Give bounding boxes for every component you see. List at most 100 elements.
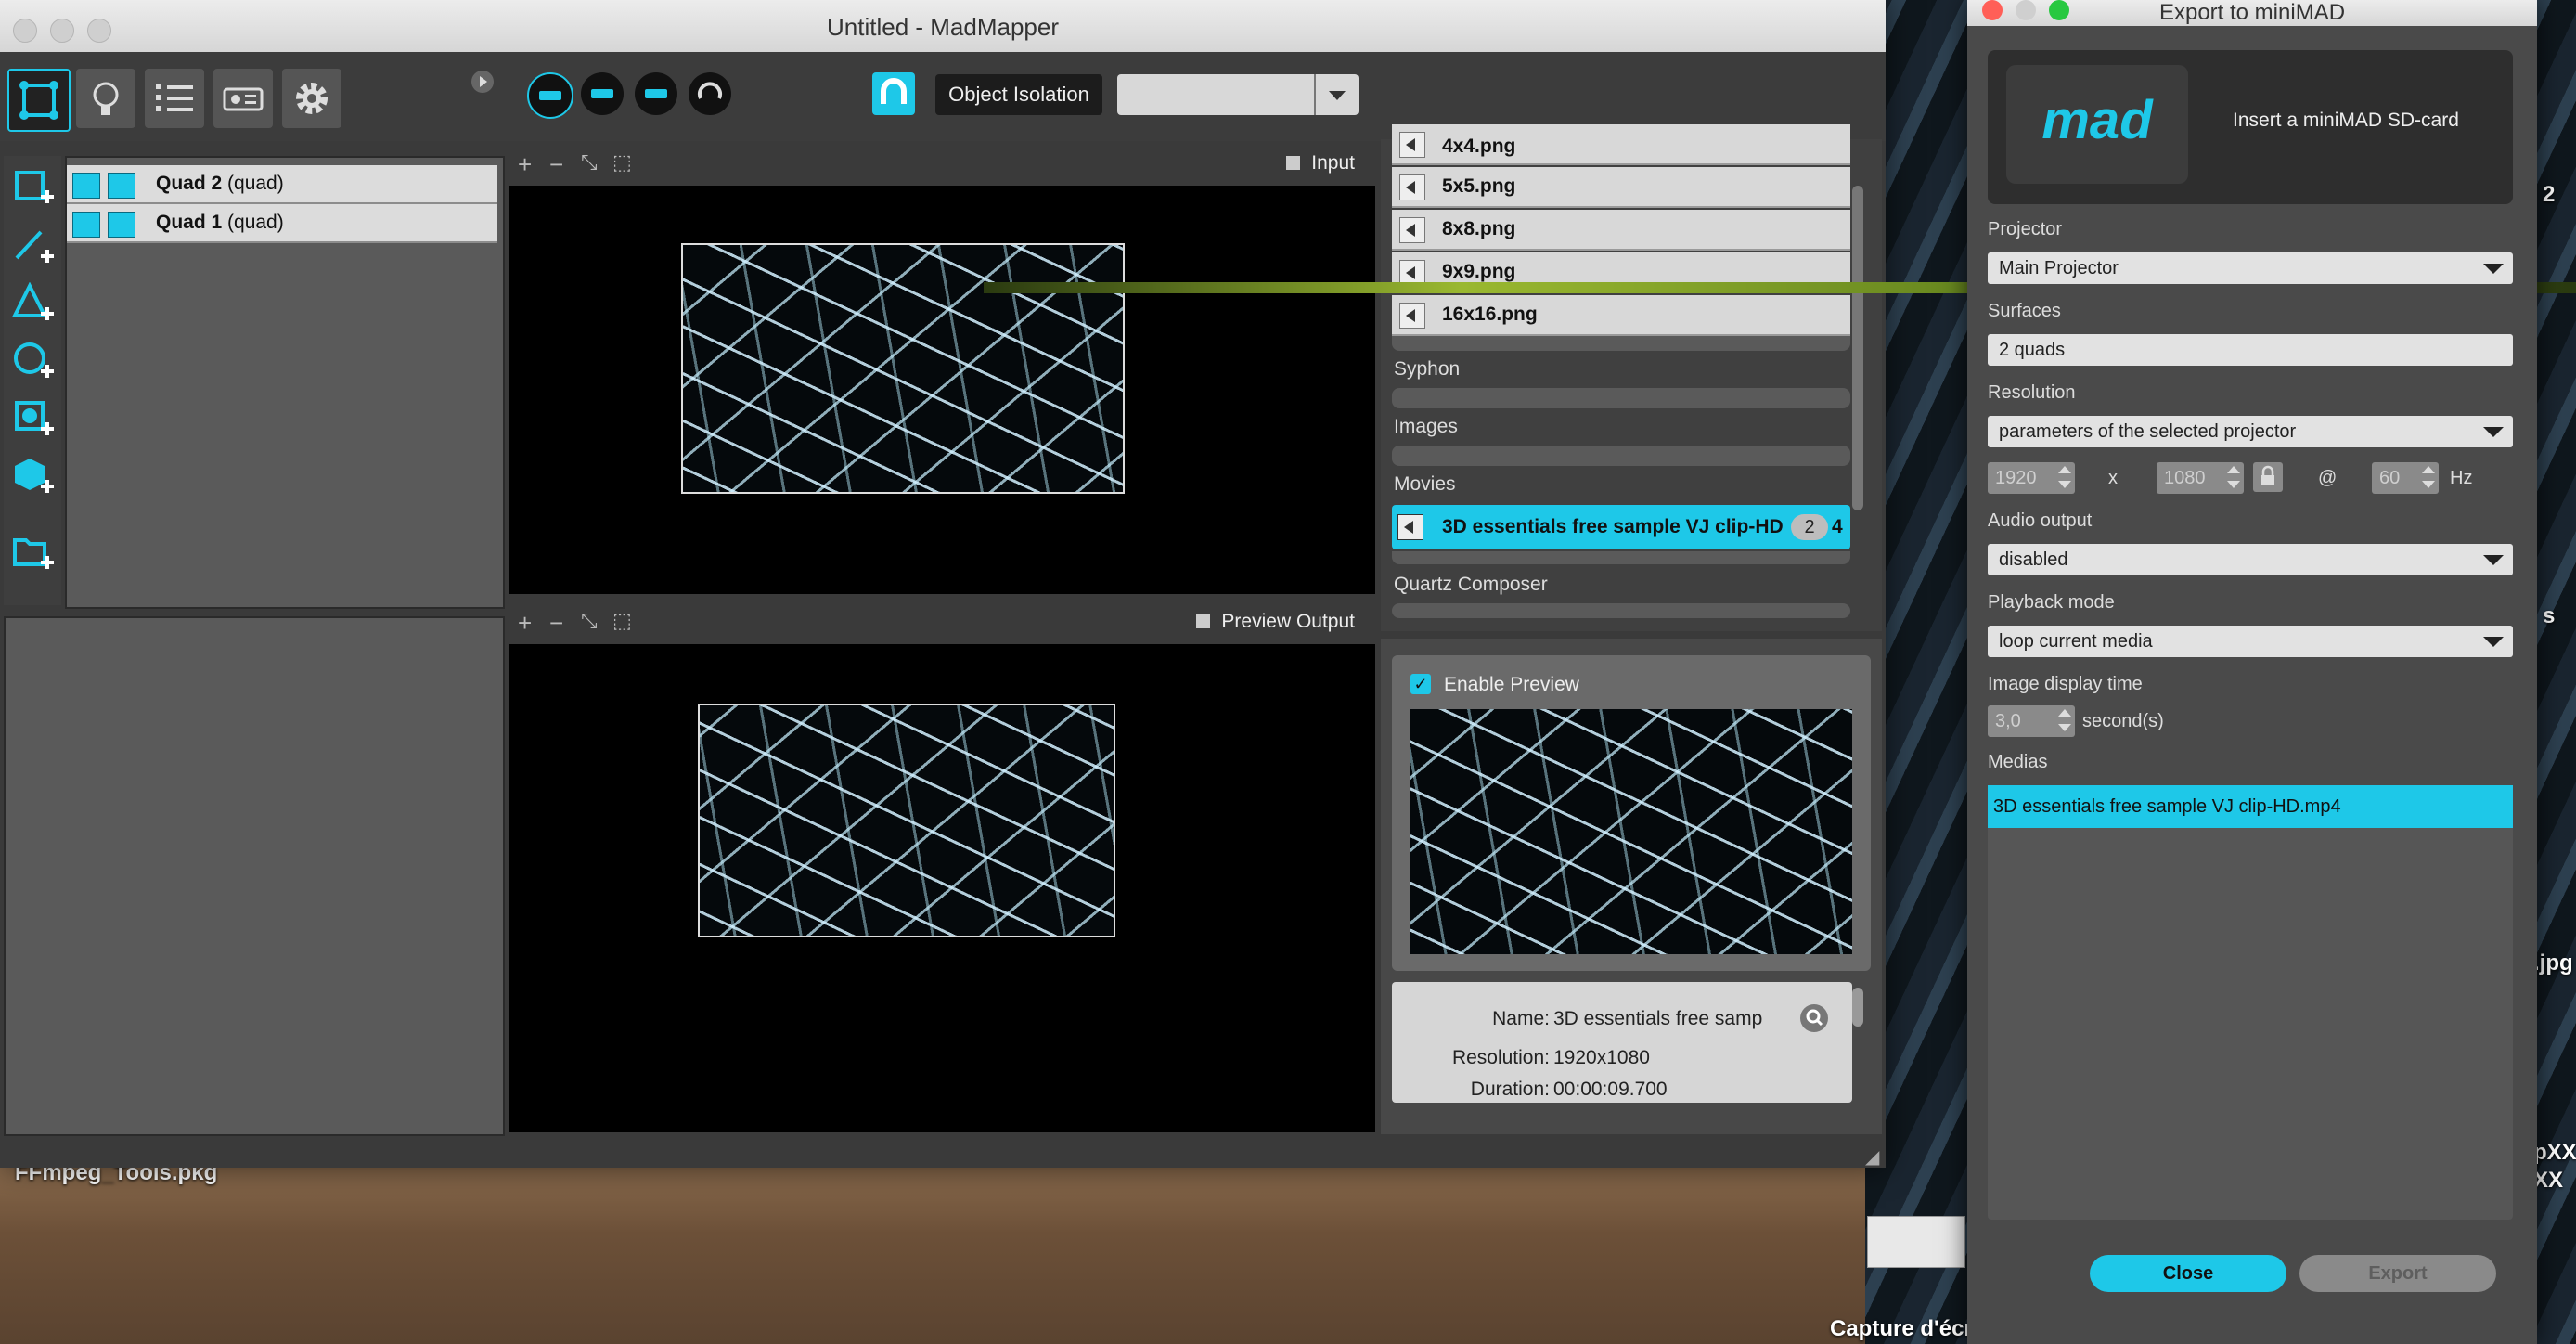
fullscreen-icon[interactable]: ⬚ — [612, 150, 632, 174]
checkbox[interactable] — [1196, 614, 1211, 628]
library-item[interactable]: 4x4.png — [1392, 124, 1850, 165]
resolution-select[interactable]: parameters of the selected projector — [1988, 416, 2513, 447]
add-3d-object-icon[interactable] — [11, 455, 56, 499]
library-scrollbar[interactable] — [1852, 186, 1863, 510]
rotate-button[interactable] — [689, 72, 731, 115]
desktop-edge-fragment: XX — [2533, 1168, 2564, 1193]
zoom-in-icon[interactable]: + — [518, 150, 532, 179]
aspect-lock-button[interactable] — [2253, 462, 2283, 492]
enable-preview-checkbox[interactable]: ✓ — [1410, 674, 1431, 694]
output-viewport[interactable] — [509, 644, 1375, 1132]
preview-output-toggle[interactable]: Preview Output — [1196, 611, 1355, 633]
projector-select[interactable]: Main Projector — [1988, 252, 2513, 284]
add-circle-icon[interactable] — [11, 340, 56, 384]
play-icon[interactable] — [1399, 217, 1425, 243]
horseshoe-icon — [881, 78, 907, 104]
library-item[interactable]: 16x16.png — [1392, 295, 1850, 336]
checkbox[interactable] — [1286, 156, 1301, 170]
desktop-edge-fragment: .jpg — [2533, 950, 2573, 976]
close-button[interactable]: Close — [2090, 1255, 2286, 1292]
add-folder-icon[interactable] — [11, 531, 56, 575]
refresh-rate-stepper[interactable]: 60 — [2372, 462, 2439, 494]
play-icon[interactable] — [1399, 174, 1425, 200]
play-icon[interactable] — [1399, 132, 1425, 158]
magnet-icon[interactable] — [872, 72, 915, 115]
play-icon[interactable] — [1397, 514, 1423, 540]
export-button[interactable]: Export — [2299, 1255, 2496, 1292]
output-quad[interactable] — [698, 704, 1115, 937]
chevron-down-icon[interactable] — [1314, 74, 1359, 115]
surface-visibility-toggle[interactable] — [72, 212, 100, 238]
blend-mode-button-1[interactable] — [527, 72, 573, 119]
settings-mode-button[interactable] — [282, 69, 341, 128]
search-icon — [1806, 1009, 1823, 1027]
library-item-name: 5x5.png — [1442, 175, 1516, 197]
library-group-quartz — [1392, 603, 1850, 618]
movie-name: 3D essentials free sample VJ clip-HD — [1442, 516, 1784, 537]
zoom-out-icon[interactable]: − — [549, 609, 563, 638]
playback-mode-value: loop current media — [1999, 631, 2153, 652]
height-stepper[interactable]: 1080 — [2157, 462, 2244, 494]
collapse-panel-button[interactable] — [471, 71, 494, 93]
stepper-down-icon[interactable] — [2227, 481, 2240, 488]
resolution-value: parameters of the selected projector — [1999, 421, 2297, 442]
stepper-up-icon[interactable] — [2227, 466, 2240, 473]
library-section-syphon: Syphon — [1394, 358, 1461, 380]
list-mode-button[interactable] — [145, 69, 204, 128]
surface-row[interactable]: Quad 1 (quad) — [67, 204, 497, 243]
input-viewport[interactable] — [509, 186, 1375, 594]
image-display-time-stepper[interactable]: 3,0 — [1988, 705, 2075, 737]
surface-row[interactable]: Quad 2 (quad) — [67, 165, 497, 204]
reveal-media-button[interactable] — [1800, 1004, 1828, 1032]
stepper-down-icon[interactable] — [2058, 481, 2071, 488]
add-line-icon[interactable] — [11, 225, 56, 269]
fit-view-icon[interactable]: ⤡ — [581, 609, 598, 633]
add-triangle-icon[interactable] — [11, 282, 56, 327]
library-item[interactable]: 8x8.png — [1392, 210, 1850, 251]
play-icon[interactable] — [1399, 303, 1425, 329]
blend-icon — [645, 89, 667, 98]
refresh-at-separator: @ — [2318, 468, 2338, 488]
fullscreen-icon[interactable]: ⬚ — [612, 609, 632, 633]
lock-icon[interactable] — [108, 212, 135, 238]
zoom-in-icon[interactable]: + — [518, 609, 532, 638]
stepper-down-icon[interactable] — [2058, 724, 2071, 731]
height-value: 1080 — [2164, 468, 2206, 488]
media-list-item[interactable]: 3D essentials free sample VJ clip-HD.mp4 — [1988, 785, 2513, 828]
image-display-time-label: Image display time — [1988, 674, 2143, 694]
library-item[interactable]: 5x5.png — [1392, 167, 1850, 208]
stepper-up-icon[interactable] — [2058, 709, 2071, 717]
surface-visibility-toggle[interactable] — [72, 173, 100, 199]
stepper-up-icon[interactable] — [2422, 466, 2435, 473]
lighting-mode-button[interactable] — [76, 69, 135, 128]
properties-panel — [4, 616, 505, 1136]
output-view-header: + − ⤡ ⬚ Preview Output — [509, 600, 1375, 644]
projector-mode-button[interactable] — [213, 69, 273, 128]
playback-mode-select[interactable]: loop current media — [1988, 626, 2513, 657]
desktop-file-thumbnail[interactable] — [1867, 1216, 1965, 1268]
library-group-footer — [1392, 551, 1850, 564]
width-stepper[interactable]: 1920 — [1988, 462, 2075, 494]
numbered-list-icon — [156, 84, 193, 111]
blend-mode-button-3[interactable] — [635, 72, 677, 115]
resize-grip-icon[interactable]: ◢ — [1865, 1145, 1879, 1169]
object-isolation-dropdown[interactable] — [1117, 74, 1359, 115]
stepper-up-icon[interactable] — [2058, 466, 2071, 473]
blend-mode-button-2[interactable] — [581, 72, 624, 115]
input-media-frame[interactable] — [681, 243, 1125, 494]
fit-view-icon[interactable]: ⤡ — [581, 150, 598, 174]
stepper-down-icon[interactable] — [2422, 481, 2435, 488]
mapping-mode-button[interactable] — [7, 69, 71, 132]
playback-mode-label: Playback mode — [1988, 592, 2115, 613]
info-scrollbar[interactable] — [1852, 988, 1863, 1027]
resolution-label: Resolution — [1988, 382, 2076, 403]
audio-output-select[interactable]: disabled — [1988, 544, 2513, 575]
add-mask-icon[interactable] — [11, 397, 56, 442]
lock-icon[interactable] — [108, 173, 135, 199]
input-view-toggle[interactable]: Input — [1286, 152, 1355, 174]
blend-icon — [539, 91, 561, 100]
surface-type: (quad) — [227, 173, 284, 194]
add-quad-icon[interactable] — [11, 167, 56, 212]
library-movie-item[interactable]: 3D essentials free sample VJ clip-HD 2 4 — [1392, 505, 1850, 549]
zoom-out-icon[interactable]: − — [549, 150, 563, 179]
